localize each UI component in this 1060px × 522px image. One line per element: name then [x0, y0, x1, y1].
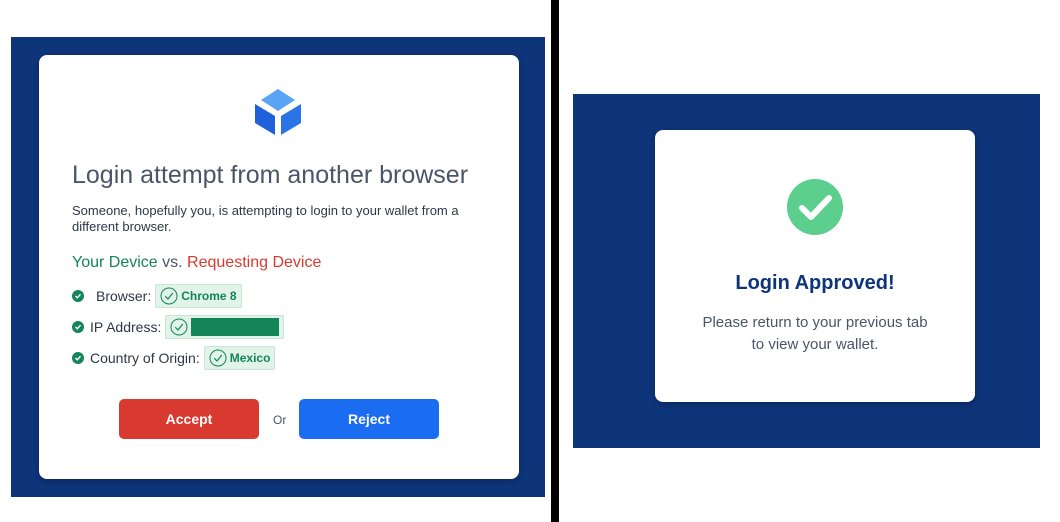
- country-value-chip: Mexico: [203, 346, 276, 370]
- country-value: Mexico: [229, 351, 271, 365]
- check-dot-icon: [72, 290, 84, 302]
- country-detail-row: Country of Origin: Mexico: [72, 345, 276, 371]
- browser-value-chip: Chrome 8: [155, 284, 242, 308]
- login-request-dialog: Login attempt from another browser Someo…: [39, 55, 519, 479]
- or-label: Or: [273, 413, 287, 427]
- blockchain-logo-icon: [255, 89, 301, 135]
- login-request-panel: Login attempt from another browser Someo…: [11, 37, 545, 497]
- device-comparison-heading: Your Device vs. Requesting Device: [72, 254, 321, 272]
- reject-button[interactable]: Reject: [299, 399, 439, 439]
- ip-address-value-chip: [165, 315, 285, 339]
- dialog-title: Login attempt from another browser: [72, 161, 469, 189]
- your-device-label: Your Device: [72, 254, 158, 271]
- login-approved-dialog: Login Approved! Please return to your pr…: [655, 130, 975, 402]
- screenshot-divider: [551, 0, 559, 522]
- approved-title: Login Approved!: [735, 272, 895, 294]
- check-circle-icon: [170, 318, 188, 336]
- login-approved-panel: Login Approved! Please return to your pr…: [573, 94, 1040, 448]
- check-dot-icon: [72, 352, 84, 364]
- dialog-subtitle: Someone, hopefully you, is attempting to…: [72, 203, 459, 234]
- ip-address-label: IP Address:: [90, 319, 162, 335]
- approved-message: Please return to your previous tab to vi…: [702, 314, 928, 353]
- check-circle-icon: [209, 349, 227, 367]
- accept-button[interactable]: Accept: [119, 399, 259, 439]
- check-dot-icon: [72, 321, 84, 333]
- ip-address-redacted: [191, 318, 280, 336]
- browser-detail-row: Browser: Chrome 8: [72, 283, 242, 309]
- checkmark-circle-icon: [787, 179, 843, 235]
- browser-label: Browser:: [96, 288, 152, 304]
- vs-label: vs.: [162, 254, 183, 271]
- ip-address-detail-row: IP Address:: [72, 314, 285, 340]
- browser-value: Chrome 8: [181, 289, 237, 303]
- check-circle-icon: [160, 287, 178, 305]
- country-label: Country of Origin:: [90, 350, 200, 366]
- requesting-device-label: Requesting Device: [187, 254, 322, 271]
